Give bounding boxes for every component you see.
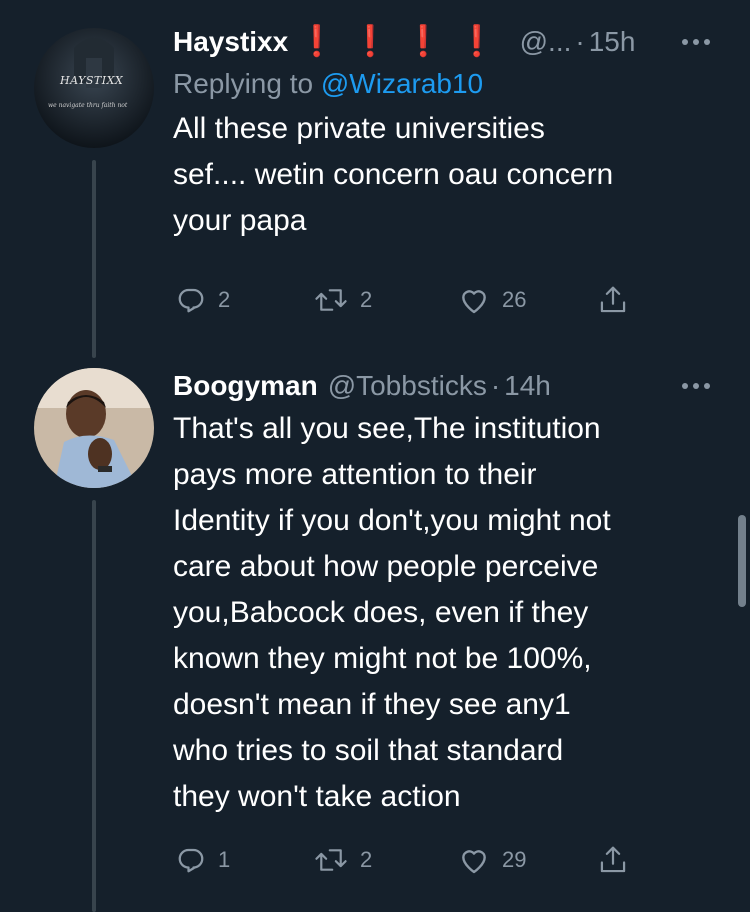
retweet-count: 2 — [360, 287, 373, 312]
timestamp[interactable]: 14h — [504, 370, 551, 402]
reply-button[interactable]: 2 — [176, 280, 230, 320]
scrollbar-thumb[interactable] — [738, 515, 746, 607]
share-button[interactable] — [598, 840, 628, 880]
tweet-haystixx[interactable]: HAYSTIXX we navigate thru faith not Hays… — [0, 0, 750, 356]
more-icon — [682, 39, 710, 45]
more-icon — [682, 383, 710, 389]
like-count: 26 — [502, 287, 527, 312]
retweet-count: 2 — [360, 847, 373, 872]
thread-line — [92, 346, 96, 358]
tweet-header: Boogyman @Tobbsticks · 14h — [173, 366, 720, 406]
user-handle[interactable]: @Tobbsticks — [328, 370, 487, 402]
display-name[interactable]: Haystixx — [173, 26, 288, 58]
like-count: 29 — [502, 847, 527, 872]
reply-icon — [178, 848, 204, 873]
exclamation-mark-icon: ❗ — [404, 24, 443, 59]
avatar-haystixx[interactable]: HAYSTIXX we navigate thru faith not — [34, 28, 154, 148]
replying-to: Replying to @Wizarab10 — [173, 64, 720, 104]
avatar-haystixx-text: HAYSTIXX — [60, 74, 124, 87]
name-emoji-marks: ❗ ❗ ❗ ❗ — [298, 27, 495, 57]
avatar-boogyman-image — [34, 368, 154, 488]
reply-icon — [178, 288, 204, 313]
replying-to-link[interactable]: @Wizarab10 — [321, 68, 483, 99]
tweet-boogyman[interactable]: Boogyman @Tobbsticks · 14h That's all yo… — [0, 346, 750, 912]
timestamp[interactable]: 15h — [589, 26, 636, 58]
retweet-icon — [315, 849, 347, 871]
thread-line — [92, 160, 96, 356]
tweet-text: That's all you see,The institution pays … — [173, 412, 611, 813]
exclamation-mark-icon: ❗ — [458, 24, 496, 59]
reply-button[interactable]: 1 — [176, 840, 230, 880]
exclamation-mark-icon: ❗ — [298, 24, 336, 59]
retweet-button[interactable]: 2 — [314, 840, 372, 880]
like-button[interactable]: 29 — [458, 840, 526, 880]
share-icon — [600, 286, 626, 313]
retweet-button[interactable]: 2 — [314, 280, 372, 320]
reply-count: 2 — [218, 287, 231, 312]
share-button[interactable] — [598, 280, 628, 320]
user-handle[interactable]: @... — [520, 26, 572, 58]
share-icon — [600, 846, 626, 873]
display-name[interactable]: Boogyman — [173, 370, 318, 402]
separator-dot: · — [575, 26, 585, 57]
tweet-actions: 1 2 29 — [0, 840, 750, 880]
replying-to-label: Replying to — [173, 68, 321, 99]
more-options-button[interactable] — [676, 366, 716, 406]
exclamation-mark-icon: ❗ — [351, 24, 389, 59]
reply-count: 1 — [218, 847, 231, 872]
retweet-icon — [315, 289, 347, 311]
tweet-actions: 2 2 26 — [0, 280, 750, 320]
like-icon — [462, 290, 486, 314]
more-options-button[interactable] — [676, 22, 716, 62]
like-icon — [462, 850, 486, 874]
tweet-text: All these private universities sef.... w… — [173, 112, 614, 237]
separator-dot: · — [490, 370, 501, 401]
avatar-haystixx-image — [34, 28, 154, 148]
avatar-haystixx-subtext: we navigate thru faith not — [48, 102, 128, 109]
avatar-boogyman[interactable] — [34, 368, 154, 488]
like-button[interactable]: 26 — [458, 280, 526, 320]
tweet-header: Haystixx ❗ ❗ ❗ ❗ @... · 15h — [173, 22, 720, 62]
